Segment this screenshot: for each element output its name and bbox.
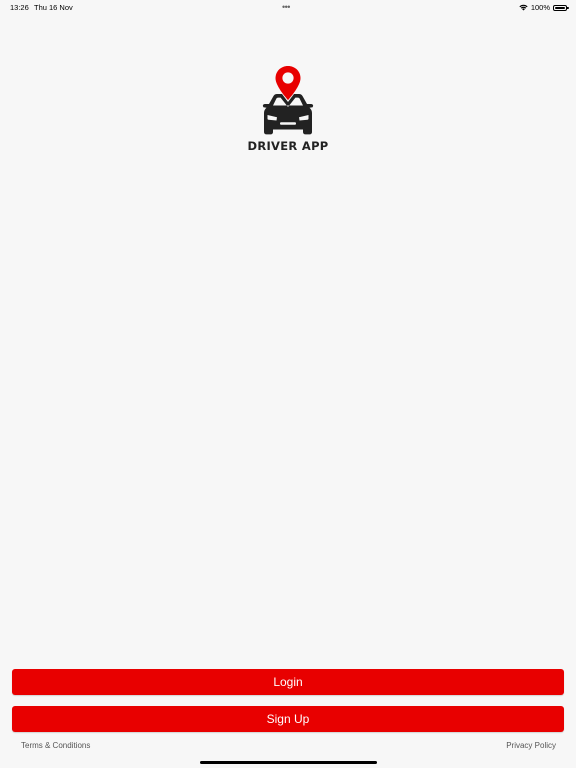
terms-and-conditions-link[interactable]: Terms & Conditions <box>21 741 90 750</box>
car-with-location-pin-icon <box>262 66 314 135</box>
status-bar: 13:26 Thu 16 Nov ••• 100% <box>0 0 576 14</box>
wifi-icon <box>519 4 528 11</box>
battery-cap <box>567 6 569 10</box>
status-indicators: 100% <box>519 3 569 12</box>
status-date: Thu 16 Nov <box>34 3 73 12</box>
app-name: DRIVER APP <box>247 139 329 153</box>
multitasking-dots-icon[interactable]: ••• <box>282 2 290 12</box>
battery-fill <box>555 6 565 9</box>
car-icon <box>262 94 314 135</box>
home-indicator[interactable] <box>200 761 377 764</box>
login-button[interactable]: Login <box>12 669 564 695</box>
sign-up-button[interactable]: Sign Up <box>12 706 564 732</box>
status-time: 13:26 <box>10 3 29 12</box>
app-logo: DRIVER APP <box>238 62 338 153</box>
privacy-policy-link[interactable]: Privacy Policy <box>506 741 556 750</box>
battery-percent: 100% <box>530 3 550 12</box>
battery-icon <box>553 4 569 11</box>
